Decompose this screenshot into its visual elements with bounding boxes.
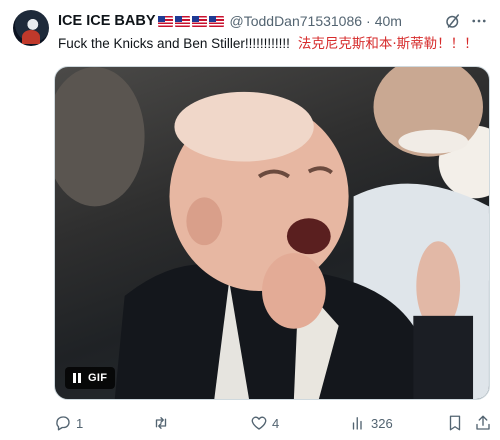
tweet-text-english: Fuck the Knicks and Ben Stiller!!!!!!!!!…	[58, 36, 290, 51]
display-name[interactable]: ICE ICE BABY	[58, 13, 156, 29]
bookmark-icon	[449, 415, 461, 431]
tweet-text: Fuck the Knicks and Ben Stiller!!!!!!!!!…	[58, 34, 490, 54]
us-flag-icon	[191, 15, 207, 27]
views-icon	[352, 417, 362, 430]
gif-badge[interactable]: GIF	[65, 367, 115, 389]
us-flag-icon	[157, 15, 173, 27]
share-icon	[476, 415, 490, 430]
share-button[interactable]	[474, 412, 492, 434]
retweet-icon	[155, 417, 167, 429]
gif-media[interactable]: GIF	[54, 66, 490, 400]
gif-frame	[55, 67, 489, 399]
like-button[interactable]: 4	[250, 412, 279, 434]
flag-emojis	[157, 15, 224, 27]
separator-dot: ·	[366, 13, 371, 29]
more-options-icon[interactable]	[470, 12, 488, 30]
tweet[interactable]: ICE ICE BABY @ToddDan71531086 · 40m Fuck…	[0, 0, 500, 440]
reply-button[interactable]: 1	[54, 412, 83, 434]
us-flag-icon	[174, 15, 190, 27]
timestamp[interactable]: 40m	[375, 13, 402, 29]
us-flag-icon	[208, 15, 224, 27]
tweet-header: ICE ICE BABY @ToddDan71531086 · 40m	[58, 11, 488, 31]
pause-icon	[73, 373, 81, 383]
reply-count: 1	[76, 415, 84, 431]
grok-icon[interactable]	[444, 12, 462, 30]
retweet-button[interactable]	[152, 412, 174, 434]
bookmark-button[interactable]	[446, 412, 464, 434]
heart-icon	[251, 416, 267, 430]
views-count: 326	[371, 415, 393, 431]
user-handle[interactable]: @ToddDan71531086	[230, 13, 363, 29]
like-count: 4	[272, 415, 280, 431]
reply-icon	[56, 416, 70, 431]
gif-label: GIF	[88, 372, 108, 384]
action-bar: 1 4 326	[54, 412, 494, 434]
avatar[interactable]	[13, 10, 49, 46]
views-button[interactable]: 326	[349, 412, 393, 434]
tweet-text-chinese: 法克尼克斯和本·斯蒂勒！！！	[297, 36, 478, 52]
